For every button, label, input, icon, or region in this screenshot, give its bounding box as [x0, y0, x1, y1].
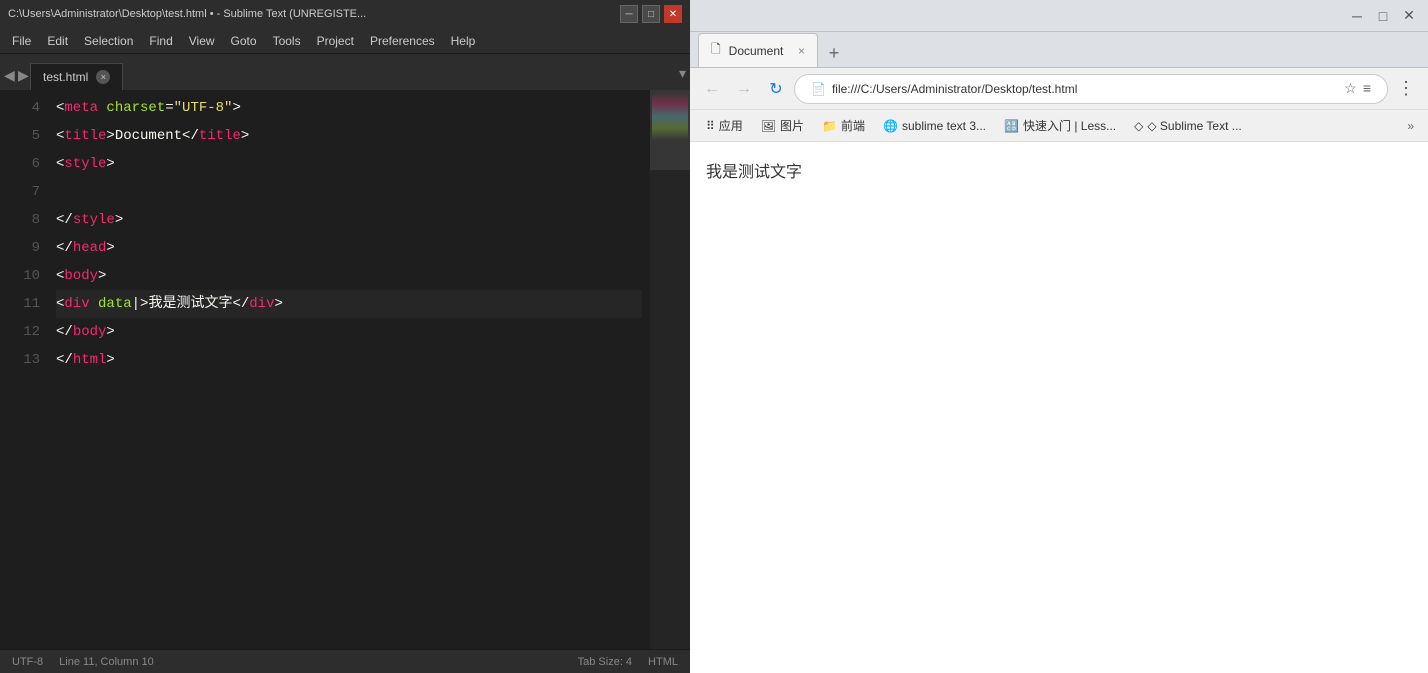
code-line-13: </html>	[56, 346, 642, 374]
editor-window-controls: ─ □ ✕	[620, 5, 682, 23]
bookmark-images-icon: 🖼	[761, 119, 776, 133]
menu-tools[interactable]: Tools	[265, 32, 309, 50]
menu-project[interactable]: Project	[309, 32, 362, 50]
code-line-8: </style>	[56, 206, 642, 234]
browser-page-text: 我是测试文字	[706, 158, 1412, 182]
code-line-11: <div data|>我是测试文字</div>	[56, 290, 642, 318]
browser-minimize-button[interactable]: ─	[1346, 5, 1368, 27]
bookmark-images[interactable]: 🖼 图片	[753, 114, 812, 137]
code-line-6: <style>	[56, 150, 642, 178]
code-line-12: </body>	[56, 318, 642, 346]
bookmark-apps-icon: ⠿	[706, 119, 715, 133]
editor-menu-bar: File Edit Selection Find View Goto Tools…	[0, 28, 690, 54]
tab-nav-left-icon[interactable]: ◀	[4, 67, 15, 84]
status-syntax[interactable]: HTML	[648, 656, 678, 668]
bookmark-sublime3[interactable]: 🌐 sublime text 3...	[875, 116, 994, 136]
line-num-4: 4	[8, 94, 40, 122]
editor-tab-test-html[interactable]: test.html ×	[30, 63, 123, 90]
bookmark-images-label: 图片	[780, 117, 804, 134]
browser-url-bar[interactable]: 📄 file:///C:/Users/Administrator/Desktop…	[794, 74, 1388, 104]
bookmark-less-label: 快速入门 | Less...	[1023, 117, 1116, 134]
bookmark-sublime-text[interactable]: ◇ ◇ Sublime Text ...	[1126, 116, 1250, 136]
menu-selection[interactable]: Selection	[76, 32, 141, 50]
bookmark-more-button[interactable]: »	[1401, 116, 1420, 136]
menu-goto[interactable]: Goto	[223, 32, 265, 50]
bookmark-sublime-label: ◇ Sublime Text ...	[1147, 119, 1241, 133]
bookmark-sublime3-icon: 🌐	[883, 119, 898, 133]
status-position: Line 11, Column 10	[59, 656, 154, 668]
bookmark-frontend-icon: 📁	[822, 119, 837, 133]
code-line-10: <body>	[56, 262, 642, 290]
bookmark-sublime3-label: sublime text 3...	[902, 119, 986, 133]
browser-tab-close-button[interactable]: ×	[798, 44, 805, 58]
line-num-9: 9	[8, 234, 40, 262]
minimap-preview	[652, 92, 688, 212]
status-encoding: UTF-8	[12, 656, 43, 668]
browser-menu-button[interactable]: ⋮	[1392, 75, 1420, 103]
line-num-6: 6	[8, 150, 40, 178]
menu-find[interactable]: Find	[141, 32, 180, 50]
editor-minimap	[650, 90, 690, 649]
browser-maximize-button[interactable]: □	[1372, 5, 1394, 27]
browser-content-area: 我是测试文字	[690, 142, 1428, 673]
browser-new-tab-button[interactable]: +	[820, 39, 848, 67]
browser-tab-document[interactable]: 🗋 Document ×	[698, 33, 818, 67]
bookmark-less[interactable]: 🔠 快速入门 | Less...	[996, 114, 1124, 137]
line-num-12: 12	[8, 318, 40, 346]
tab-dropdown-icon[interactable]: ▾	[679, 65, 686, 82]
bookmark-star-icon[interactable]: ☆	[1344, 80, 1357, 97]
editor-tab-bar: ◀ ▶ test.html × ▾	[0, 54, 690, 90]
line-num-13: 13	[8, 346, 40, 374]
line-num-7: 7	[8, 178, 40, 206]
menu-help[interactable]: Help	[443, 32, 484, 50]
browser-tab-page-icon: 🗋	[711, 40, 721, 61]
bookmark-less-icon: 🔠	[1004, 119, 1019, 133]
tab-nav-right-icon[interactable]: ▶	[18, 67, 29, 84]
menu-view[interactable]: View	[181, 32, 223, 50]
code-line-4: <meta charset="UTF-8">	[56, 94, 642, 122]
editor-status-bar: UTF-8 Line 11, Column 10 Tab Size: 4 HTM…	[0, 649, 690, 673]
editor-title-bar: C:\Users\Administrator\Desktop\test.html…	[0, 0, 690, 28]
menu-preferences[interactable]: Preferences	[362, 32, 443, 50]
url-text: file:///C:/Users/Administrator/Desktop/t…	[832, 82, 1344, 96]
browser-title-bar: ─ □ ✕	[690, 0, 1428, 32]
editor-panel: C:\Users\Administrator\Desktop\test.html…	[0, 0, 690, 673]
bookmark-sublime-icon: ◇	[1134, 119, 1143, 133]
bookmark-apps-label: 应用	[719, 117, 743, 134]
reader-mode-icon[interactable]: ≡	[1363, 80, 1371, 97]
code-line-9: </head>	[56, 234, 642, 262]
browser-refresh-button[interactable]: ↻	[762, 75, 790, 103]
line-num-11: 11	[8, 290, 40, 318]
menu-file[interactable]: File	[4, 32, 39, 50]
browser-panel: ─ □ ✕ 🗋 Document × + ← → ↻ 📄 file:///C:/…	[690, 0, 1428, 673]
browser-bookmarks-bar: ⠿ 应用 🖼 图片 📁 前端 🌐 sublime text 3... 🔠 快速入…	[690, 110, 1428, 142]
editor-code-content[interactable]: <meta charset="UTF-8"> <title>Document</…	[48, 90, 650, 649]
browser-address-bar: ← → ↻ 📄 file:///C:/Users/Administrator/D…	[690, 68, 1428, 110]
url-action-icons: ☆ ≡	[1344, 80, 1371, 97]
editor-line-numbers: 4 5 6 7 8 9 10 11 12 13	[0, 90, 48, 649]
status-tab-size[interactable]: Tab Size: 4	[578, 656, 632, 668]
editor-title-text: C:\Users\Administrator\Desktop\test.html…	[8, 8, 366, 20]
editor-maximize-button[interactable]: □	[642, 5, 660, 23]
editor-code-area: 4 5 6 7 8 9 10 11 12 13 <meta charset="U…	[0, 90, 690, 649]
line-num-10: 10	[8, 262, 40, 290]
tab-close-button[interactable]: ×	[96, 70, 110, 84]
browser-tab-bar: 🗋 Document × +	[690, 32, 1428, 68]
menu-edit[interactable]: Edit	[39, 32, 76, 50]
code-line-7	[56, 178, 642, 206]
line-num-8: 8	[8, 206, 40, 234]
browser-close-button[interactable]: ✕	[1398, 5, 1420, 27]
editor-minimize-button[interactable]: ─	[620, 5, 638, 23]
browser-tab-title: Document	[729, 44, 784, 58]
code-line-5: <title>Document</title>	[56, 122, 642, 150]
url-file-icon: 📄	[811, 82, 826, 96]
bookmark-frontend[interactable]: 📁 前端	[814, 114, 873, 137]
browser-forward-button[interactable]: →	[730, 75, 758, 103]
editor-close-button[interactable]: ✕	[664, 5, 682, 23]
line-num-5: 5	[8, 122, 40, 150]
tab-filename: test.html	[43, 70, 88, 84]
bookmark-frontend-label: 前端	[841, 117, 865, 134]
bookmark-apps[interactable]: ⠿ 应用	[698, 114, 751, 137]
browser-back-button[interactable]: ←	[698, 75, 726, 103]
